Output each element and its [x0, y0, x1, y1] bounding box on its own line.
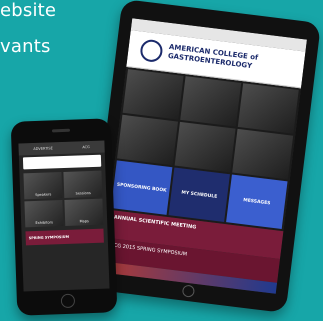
phone-logo-bar: [22, 154, 102, 170]
tile-sponsoring-book[interactable]: SPONSORING BOOK: [110, 160, 173, 215]
photo-tile[interactable]: [180, 76, 242, 127]
background-headline-line2: vants: [0, 36, 51, 57]
photo-tile[interactable]: [122, 69, 184, 120]
tablet-device: AMERICAN COLLEGE of GASTROENTEROLOGY SPO…: [86, 0, 322, 314]
phone-screen: ADVERTISE ACG Speakers Sessions Exhibito…: [18, 140, 110, 292]
phone-banner[interactable]: SPRING SYMPOSIUM: [25, 228, 104, 246]
photo-tile[interactable]: [174, 121, 236, 173]
phone-nav-item[interactable]: ACG: [82, 145, 90, 149]
tablet-home-button-icon[interactable]: [181, 284, 196, 298]
phone-nav-bar: ADVERTISE ACG: [18, 140, 105, 156]
phone-cell[interactable]: Sessions: [63, 170, 103, 198]
photo-tile[interactable]: [237, 83, 299, 134]
phone-cell[interactable]: Maps: [64, 198, 104, 226]
photo-tile[interactable]: [117, 114, 179, 166]
photo-tile[interactable]: [232, 128, 294, 180]
phone-cell[interactable]: Speakers: [23, 172, 63, 200]
acg-seal-icon: [139, 38, 164, 64]
phone-cell[interactable]: Exhibitors: [24, 200, 64, 228]
phone-home-button-icon[interactable]: [60, 293, 76, 309]
tablet-screen: AMERICAN COLLEGE of GASTROENTEROLOGY SPO…: [101, 18, 307, 294]
phone-device: ADVERTISE ACG Speakers Sessions Exhibito…: [10, 118, 118, 316]
phone-nav-item[interactable]: ADVERTISE: [33, 146, 53, 151]
tile-my-schedule[interactable]: MY SCHEDULE: [168, 167, 230, 222]
tile-messages[interactable]: MESSAGES: [226, 174, 288, 230]
acg-logo-text: AMERICAN COLLEGE of GASTROENTEROLOGY: [167, 43, 296, 76]
phone-speaker-icon: [51, 128, 71, 133]
phone-grid: Speakers Sessions Exhibitors Maps: [19, 169, 107, 230]
background-headline-line1: ebsite: [0, 0, 57, 21]
